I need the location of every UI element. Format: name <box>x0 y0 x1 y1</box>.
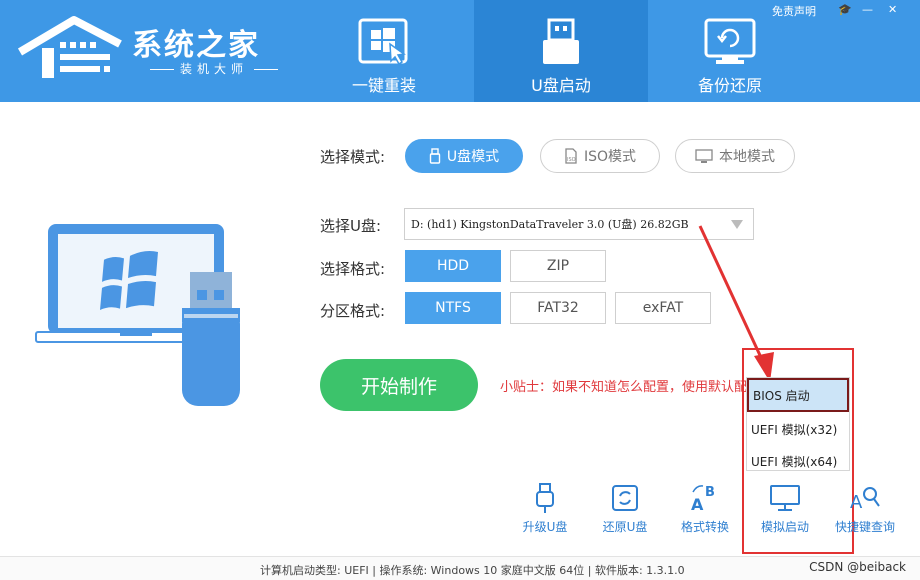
laptop-usb-illustration <box>35 224 240 406</box>
svg-text:A: A <box>691 495 704 514</box>
usb-mode-button[interactable]: U盘模式 <box>405 139 523 173</box>
iso-file-icon: ISO <box>565 148 577 164</box>
status-bar: 计算机启动类型: UEFI | 操作系统: Windows 10 家庭中文版 6… <box>0 556 920 580</box>
brand-logo: 系统之家 装机大师 <box>12 12 282 82</box>
svg-text:A: A <box>850 492 863 513</box>
tab-label: 备份还原 <box>697 76 762 95</box>
shortcut-query-tool[interactable]: A 快捷键查询 <box>830 482 900 538</box>
skin-icon[interactable]: 🎓 <box>838 3 852 16</box>
dropdown-item-bios[interactable]: BIOS 启动 <box>747 378 849 412</box>
usb-mode-label: U盘模式 <box>446 149 500 165</box>
format-convert-icon: AB <box>691 485 715 514</box>
backup-restore-icon <box>704 18 756 64</box>
tab-label: U盘启动 <box>531 76 591 95</box>
system-info-text: 计算机启动类型: UEFI | 操作系统: Windows 10 家庭中文版 6… <box>260 564 685 577</box>
usb-restore-icon <box>612 485 638 511</box>
tool-label: 模拟启动 <box>760 520 809 534</box>
usb-upgrade-icon <box>536 483 554 513</box>
format-hdd-button[interactable]: HDD <box>405 250 501 282</box>
start-make-button[interactable]: 开始制作 <box>320 359 478 411</box>
house-logo-icon <box>17 16 122 78</box>
usb-device-value: D: (hd1) KingstonDataTraveler 3.0 (U盘) 2… <box>411 218 689 231</box>
tool-label: 升级U盘 <box>522 520 568 534</box>
mode-label: 选择模式: <box>320 148 386 166</box>
close-button[interactable]: ✕ <box>888 3 897 16</box>
monitor-icon <box>770 485 800 511</box>
minimize-button[interactable]: — <box>862 3 873 16</box>
format-zip-button[interactable]: ZIP <box>510 250 606 282</box>
svg-text:B: B <box>705 485 715 500</box>
tab-usb-boot[interactable]: U盘启动 <box>474 0 648 102</box>
usb-select-label: 选择U盘: <box>320 217 382 235</box>
key-search-icon: A <box>850 487 880 513</box>
tab-label: 一键重装 <box>351 76 416 95</box>
header-bar: 系统之家 装机大师 一键重装 U盘启动 备份还原 免责声明 🎓 — ✕ <box>0 0 920 102</box>
tab-one-click-reinstall[interactable]: 一键重装 <box>297 0 471 102</box>
restore-usb-tool[interactable]: 还原U盘 <box>590 482 660 538</box>
monitor-icon <box>695 148 713 163</box>
format-convert-tool[interactable]: AB 格式转换 <box>670 482 740 538</box>
partition-fat32-button[interactable]: FAT32 <box>510 292 606 324</box>
tool-label: 格式转换 <box>680 520 729 534</box>
iso-mode-button[interactable]: ISO ISO模式 <box>540 139 660 173</box>
local-mode-button[interactable]: 本地模式 <box>675 139 795 173</box>
svg-text:ISO: ISO <box>567 157 576 163</box>
tool-label: 快捷键查询 <box>834 520 895 534</box>
local-mode-label: 本地模式 <box>719 149 775 165</box>
simulate-boot-tool[interactable]: 模拟启动 <box>750 482 820 538</box>
partition-ntfs-button[interactable]: NTFS <box>405 292 501 324</box>
dropdown-item-uefi-x32[interactable]: UEFI 模拟(x32) <box>747 414 849 444</box>
upgrade-usb-tool[interactable]: 升级U盘 <box>510 482 580 538</box>
watermark: CSDN @beiback <box>809 560 906 574</box>
boot-mode-dropdown[interactable]: BIOS 启动 UEFI 模拟(x32) UEFI 模拟(x64) <box>746 377 850 471</box>
windows-cursor-icon <box>358 18 408 66</box>
disclaimer-link[interactable]: 免责声明 <box>772 3 816 19</box>
format-label: 选择格式: <box>320 260 386 278</box>
usb-drive-icon <box>543 18 579 64</box>
brand-subtitle: 装机大师 <box>144 60 284 77</box>
brand-title: 系统之家 <box>132 28 260 63</box>
usb-icon <box>429 148 441 164</box>
partition-label: 分区格式: <box>320 302 386 320</box>
tool-label: 还原U盘 <box>602 520 648 534</box>
iso-mode-label: ISO模式 <box>583 149 637 165</box>
dropdown-item-uefi-x64[interactable]: UEFI 模拟(x64) <box>747 446 849 476</box>
